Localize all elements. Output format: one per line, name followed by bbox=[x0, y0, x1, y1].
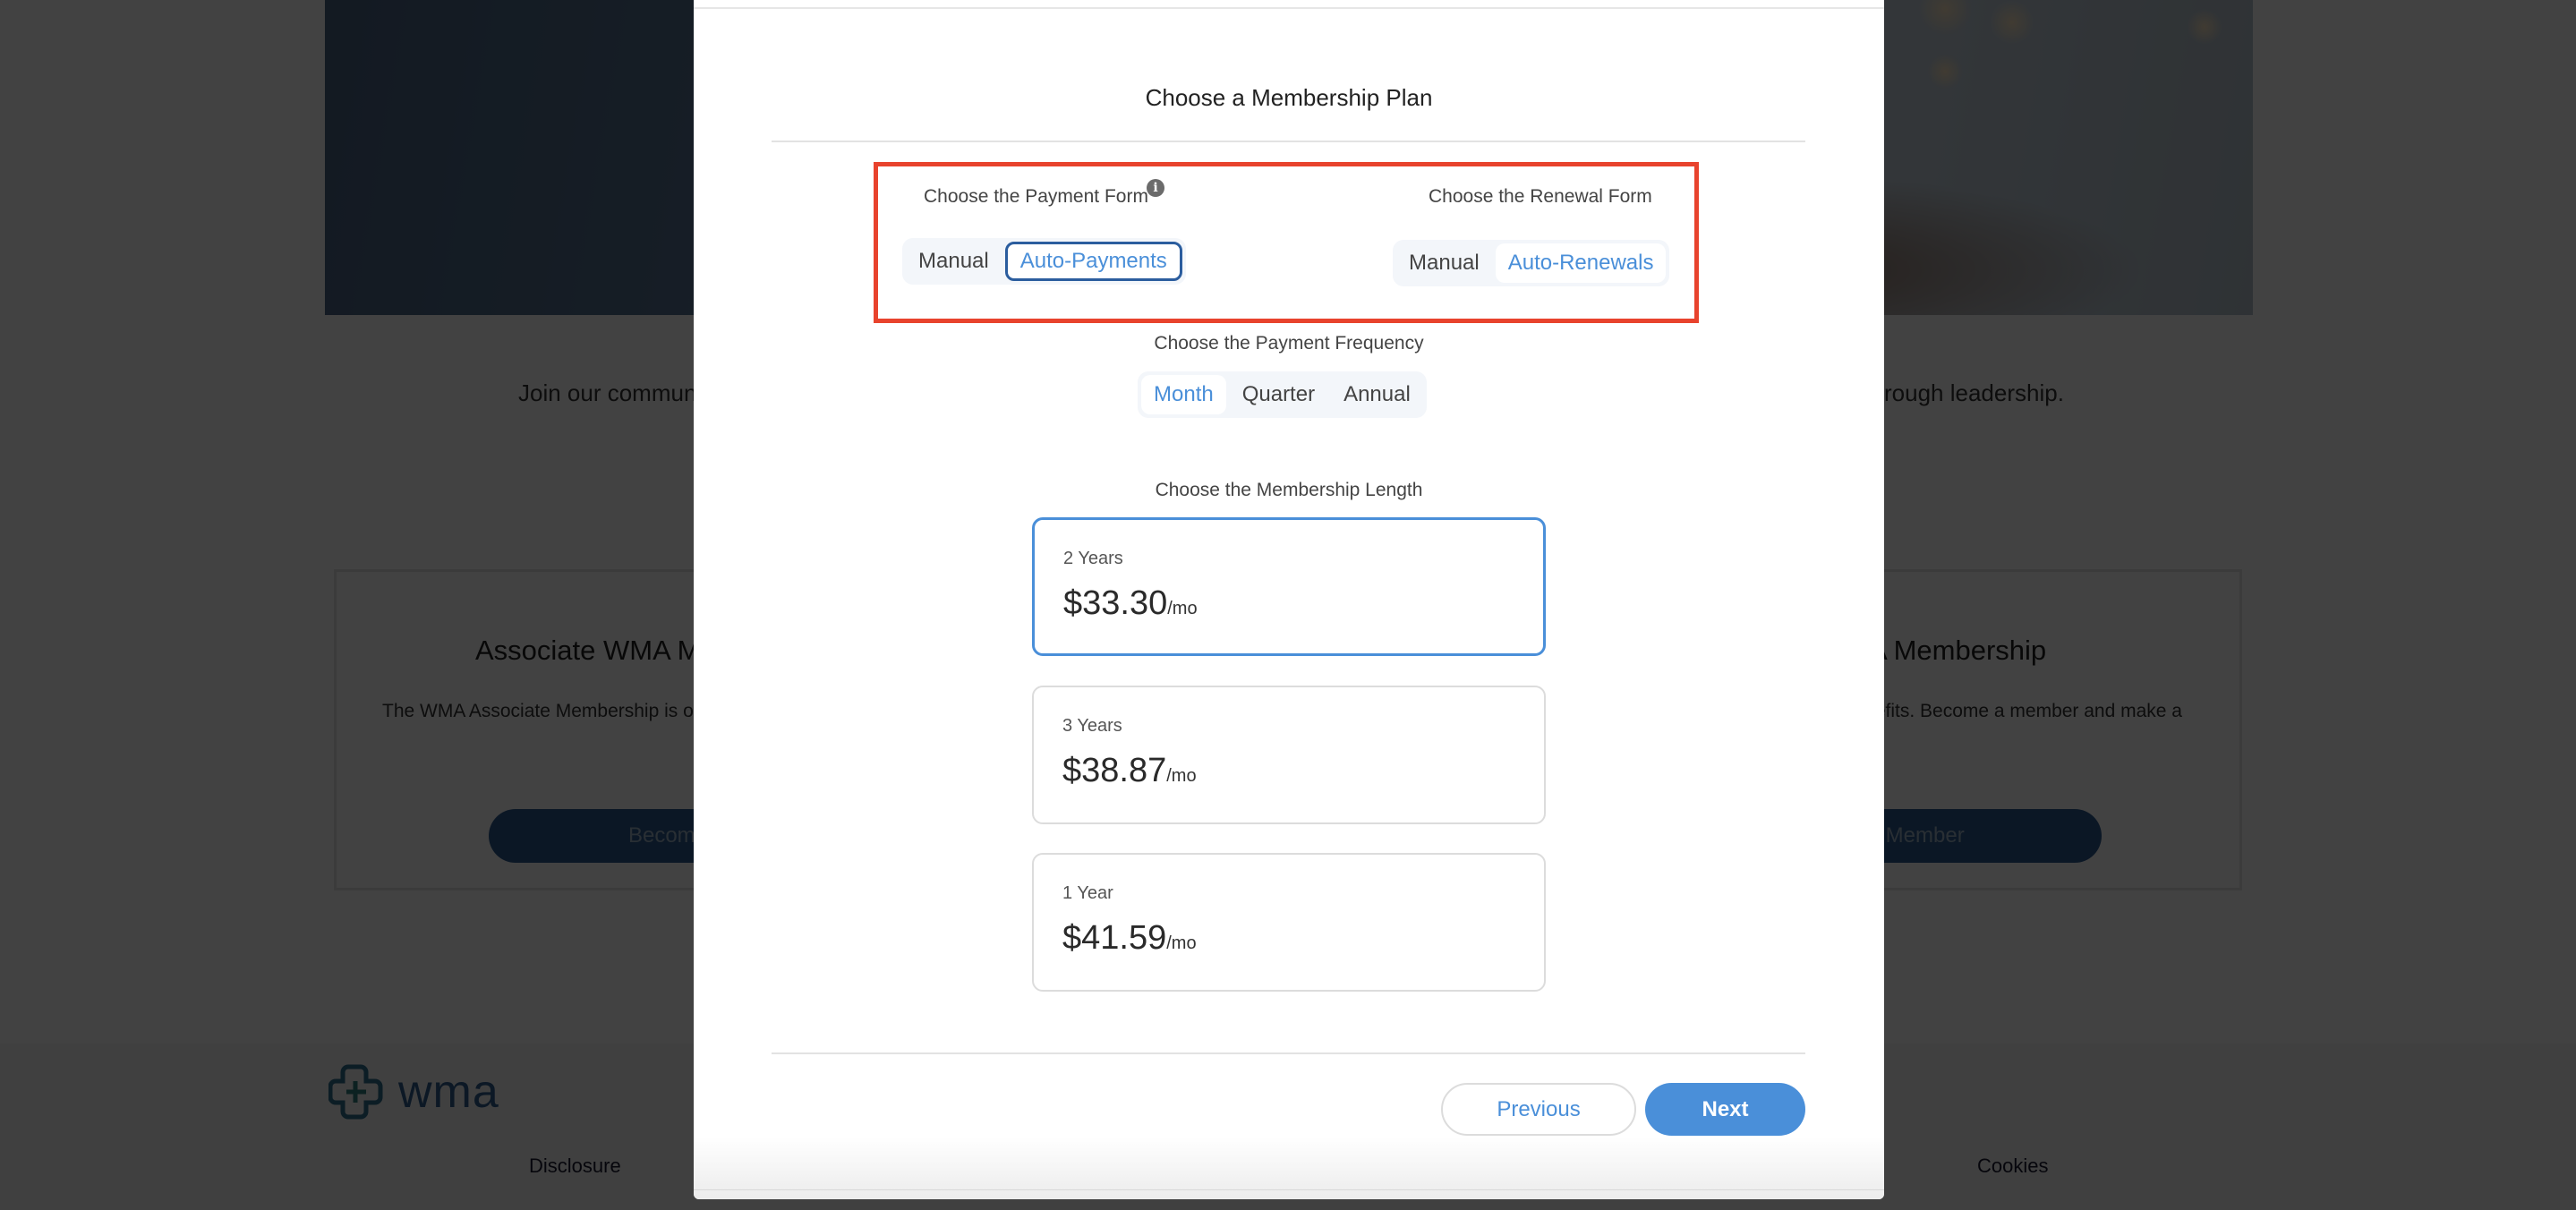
title-divider bbox=[772, 141, 1805, 142]
modal-top-divider bbox=[694, 7, 1884, 9]
payment-form-label: Choose the Payment Form bbox=[924, 186, 1148, 207]
plan-price: $41.59/mo bbox=[1062, 919, 1197, 957]
footer-divider bbox=[772, 1052, 1805, 1054]
plan-card-1-year[interactable]: 1 Year $41.59/mo bbox=[1032, 853, 1546, 992]
modal-title: Choose a Membership Plan bbox=[1145, 84, 1433, 111]
renewal-form-option-manual[interactable]: Manual bbox=[1396, 243, 1492, 283]
frequency-option-month[interactable]: Month bbox=[1141, 375, 1226, 414]
renewal-form-label: Choose the Renewal Form bbox=[1429, 186, 1652, 207]
plan-length: 1 Year bbox=[1062, 883, 1113, 903]
frequency-option-annual[interactable]: Annual bbox=[1331, 375, 1423, 414]
frequency-option-quarter[interactable]: Quarter bbox=[1230, 375, 1327, 414]
renewal-form-option-auto-renewals[interactable]: Auto-Renewals bbox=[1495, 243, 1667, 283]
next-button[interactable]: Next bbox=[1645, 1083, 1805, 1136]
renewal-form-toggle: Manual Auto-Renewals bbox=[1393, 240, 1670, 286]
membership-length-label: Choose the Membership Length bbox=[1155, 480, 1423, 500]
payment-frequency-toggle: Month Quarter Annual bbox=[1138, 371, 1427, 418]
plan-length: 3 Years bbox=[1062, 716, 1122, 736]
plan-price: $38.87/mo bbox=[1062, 752, 1197, 789]
plan-card-2-years[interactable]: 2 Years $33.30/mo bbox=[1032, 517, 1546, 656]
plan-length: 2 Years bbox=[1063, 549, 1123, 568]
payment-form-option-manual[interactable]: Manual bbox=[906, 242, 1002, 281]
payment-frequency-label: Choose the Payment Frequency bbox=[1154, 333, 1424, 354]
plan-price: $33.30/mo bbox=[1063, 584, 1198, 622]
membership-plan-modal: Choose a Membership Plan Choose the Paym… bbox=[694, 0, 1884, 1199]
plan-card-3-years[interactable]: 3 Years $38.87/mo bbox=[1032, 686, 1546, 824]
info-icon[interactable]: i bbox=[1147, 179, 1164, 197]
previous-button[interactable]: Previous bbox=[1441, 1083, 1636, 1136]
modal-bottom-edge bbox=[694, 1137, 1884, 1199]
payment-form-toggle: Manual Auto-Payments bbox=[902, 238, 1186, 285]
payment-form-option-auto-payments[interactable]: Auto-Payments bbox=[1004, 242, 1182, 281]
